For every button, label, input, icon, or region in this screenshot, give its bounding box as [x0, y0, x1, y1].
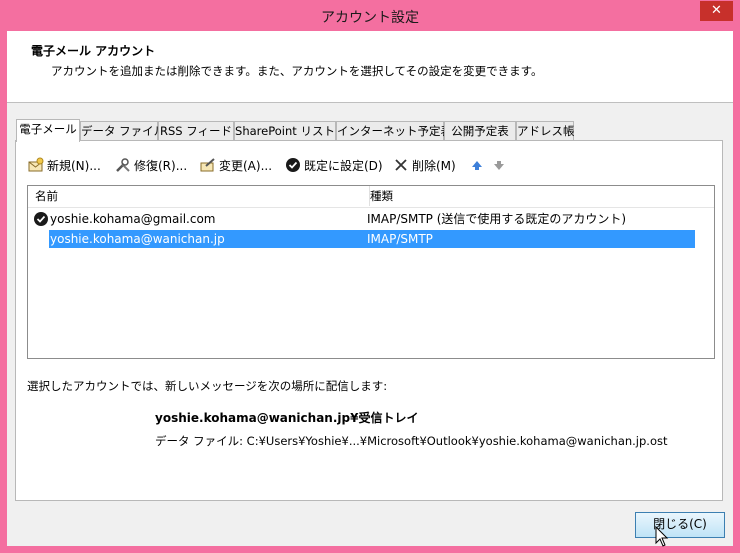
- arrow-down-icon: [493, 157, 509, 173]
- new-mail-icon: [28, 157, 44, 173]
- header-title: 電子メール アカウント: [31, 44, 156, 58]
- window-title: アカウント設定: [321, 10, 419, 26]
- dialog-header: 電子メール アカウント アカウントを追加または削除できます。また、アカウントを選…: [7, 31, 733, 103]
- email-tab-panel: 新規(N)... 修復(R)... 変更(A)... 既定に設定(D) 削除(M…: [15, 140, 723, 501]
- tab-email[interactable]: 電子メール: [16, 119, 80, 142]
- account-type: IMAP/SMTP: [367, 232, 433, 246]
- change-account-button[interactable]: 変更(A)...: [200, 157, 272, 175]
- move-up-button[interactable]: [471, 157, 490, 175]
- new-account-label: 新規(N)...: [47, 159, 101, 173]
- delete-account-button[interactable]: 削除(M): [393, 157, 456, 175]
- account-name: yoshie.kohama@gmail.com: [50, 212, 216, 226]
- delivery-location: yoshie.kohama@wanichan.jp¥受信トレイ: [155, 411, 419, 425]
- tab-published-calendars[interactable]: 公開予定表: [444, 121, 516, 141]
- move-down-button[interactable]: [493, 157, 512, 175]
- tab-sharepoint-lists[interactable]: SharePoint リスト: [234, 121, 336, 141]
- tab-address-books[interactable]: アドレス帳: [516, 121, 575, 141]
- arrow-up-icon: [471, 157, 487, 173]
- account-list[interactable]: 名前 種類 yoshie.kohama@gmail.com IMAP/SMTP …: [27, 185, 715, 359]
- checkmark-circle-icon: [285, 157, 301, 173]
- tools-icon: [115, 157, 131, 173]
- mouse-cursor-icon: [655, 525, 669, 548]
- repair-account-button[interactable]: 修復(R)...: [115, 157, 187, 175]
- window-close-button[interactable]: ✕: [700, 1, 733, 21]
- tab-rss-feeds[interactable]: RSS フィード: [158, 121, 234, 141]
- set-default-button[interactable]: 既定に設定(D): [285, 157, 383, 175]
- delivery-label: 選択したアカウントでは、新しいメッセージを次の場所に配信します:: [27, 379, 388, 393]
- change-account-label: 変更(A)...: [219, 159, 273, 173]
- tab-data-files[interactable]: データ ファイル: [80, 121, 165, 141]
- header-description: アカウントを追加または削除できます。また、アカウントを選択してその設定を変更でき…: [51, 64, 543, 78]
- column-header-name[interactable]: 名前: [28, 186, 370, 206]
- account-type: IMAP/SMTP (送信で使用する既定のアカウント): [367, 212, 627, 226]
- column-header-type[interactable]: 種類: [370, 186, 714, 206]
- set-default-label: 既定に設定(D): [304, 159, 383, 173]
- default-check-icon: [34, 212, 48, 226]
- close-dialog-button[interactable]: 閉じる(C): [635, 512, 725, 538]
- tab-internet-calendars[interactable]: インターネット予定表: [336, 121, 452, 141]
- delete-x-icon: [393, 157, 409, 173]
- new-account-button[interactable]: 新規(N)...: [28, 157, 101, 175]
- header-divider: [28, 207, 714, 208]
- column-header-type-label: 種類: [370, 189, 393, 203]
- data-file-path: データ ファイル: C:¥Users¥Yoshie¥...¥Microsoft¥…: [155, 434, 668, 448]
- account-row[interactable]: yoshie.kohama@gmail.com IMAP/SMTP (送信で使用…: [28, 210, 714, 228]
- delete-account-label: 削除(M): [412, 159, 456, 173]
- change-mail-icon: [200, 157, 216, 173]
- title-bar: アカウント設定 ✕: [0, 0, 740, 32]
- account-row[interactable]: yoshie.kohama@wanichan.jp IMAP/SMTP: [49, 230, 695, 248]
- repair-account-label: 修復(R)...: [134, 159, 188, 173]
- account-name: yoshie.kohama@wanichan.jp: [50, 232, 225, 246]
